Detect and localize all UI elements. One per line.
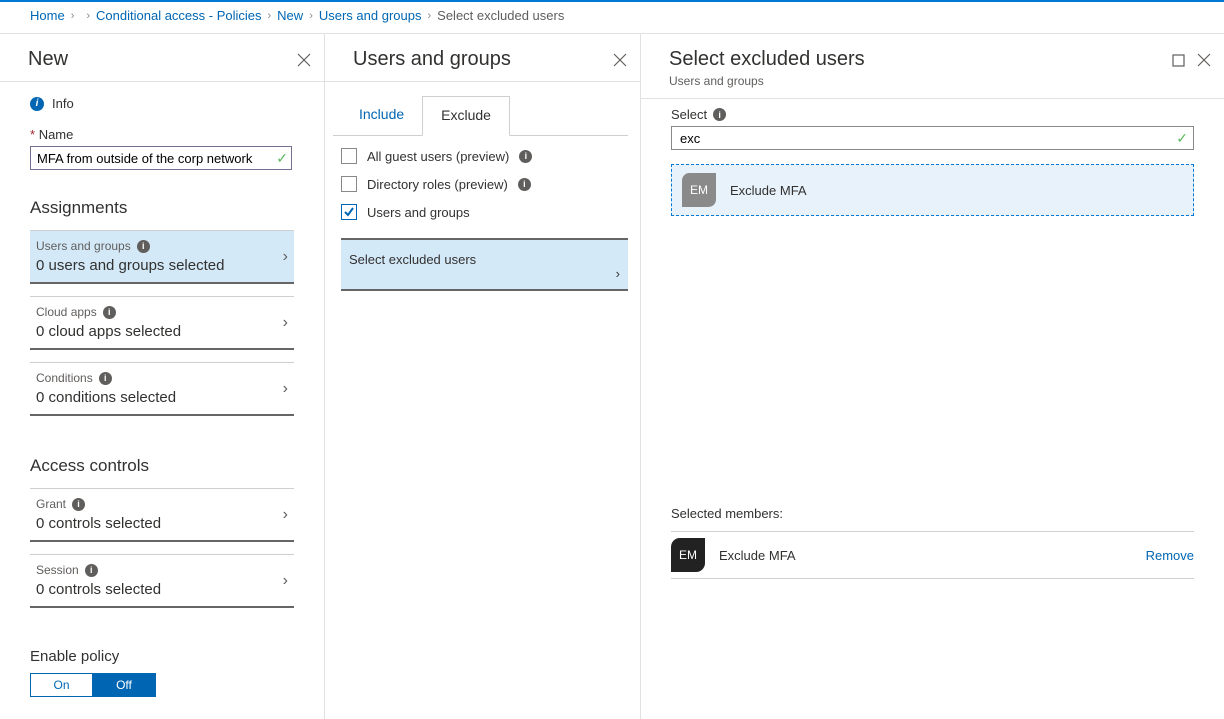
assignment-cloud-apps[interactable]: Cloud appsi 0 cloud apps selected › [30, 296, 294, 350]
blade-select-excluded-users: Select excluded users Users and groups S… [640, 33, 1224, 719]
close-icon[interactable] [612, 52, 628, 68]
chevron-right-icon: › [283, 314, 288, 332]
selected-member-row: EM Exclude MFA Remove [671, 531, 1194, 579]
blade-title-users-groups: Users and groups [353, 48, 511, 71]
checkbox-unchecked[interactable] [341, 176, 357, 192]
tab-exclude[interactable]: Exclude [422, 96, 510, 136]
chevron-right-icon: › [283, 380, 288, 398]
info-icon: i [85, 564, 98, 577]
breadcrumb-new[interactable]: New [277, 8, 303, 23]
chevron-right-icon: › [283, 248, 288, 266]
enable-policy-label: Enable policy [30, 648, 294, 665]
close-icon[interactable] [296, 52, 312, 68]
maximize-icon[interactable] [1170, 52, 1186, 68]
avatar-initials: EM [682, 173, 716, 207]
blade-title-new: New [28, 48, 68, 71]
assignment-conditions[interactable]: Conditionsi 0 conditions selected › [30, 362, 294, 416]
name-label: * Name [30, 127, 294, 142]
breadcrumb-users-groups[interactable]: Users and groups [319, 8, 422, 23]
chevron-right-icon: › [309, 10, 313, 22]
opt-directory-roles[interactable]: Directory roles (preview) i [333, 164, 640, 192]
select-label: Select [671, 107, 707, 122]
chevron-right-icon: › [283, 572, 288, 590]
chevron-right-icon: › [71, 10, 75, 22]
access-session[interactable]: Sessioni 0 controls selected › [30, 554, 294, 608]
info-icon: i [103, 306, 116, 319]
info-icon: i [72, 498, 85, 511]
enable-policy-on[interactable]: On [31, 674, 93, 696]
checkbox-checked[interactable] [341, 204, 357, 220]
blade-subtitle: Users and groups [669, 74, 865, 88]
opt-all-guest-users[interactable]: All guest users (preview) i [333, 136, 640, 164]
select-excluded-users-item[interactable]: Select excluded users › [341, 238, 628, 291]
blade-new: New i Info * Name ✓ Assignments Users an… [0, 33, 324, 719]
opt-users-and-groups[interactable]: Users and groups [333, 192, 640, 220]
chevron-right-icon: › [86, 10, 90, 22]
info-icon: i [519, 150, 532, 163]
chevron-right-icon: › [283, 506, 288, 524]
breadcrumb-home[interactable]: Home [30, 8, 65, 23]
blade-users-groups: Users and groups Include Exclude All gue… [324, 33, 640, 719]
enable-policy-toggle[interactable]: On Off [30, 673, 156, 697]
tab-include[interactable]: Include [341, 96, 422, 135]
info-row: i Info [0, 82, 324, 121]
include-exclude-tabs: Include Exclude [333, 82, 628, 136]
chevron-right-icon: › [616, 266, 620, 281]
search-result-name: Exclude MFA [730, 183, 807, 198]
checkmark-icon: ✓ [1176, 130, 1188, 147]
close-icon[interactable] [1196, 52, 1212, 68]
section-access-controls: Access controls [0, 416, 324, 476]
info-icon: i [713, 108, 726, 121]
info-label: Info [52, 96, 74, 111]
info-icon: i [518, 178, 531, 191]
breadcrumb: Home › › Conditional access - Policies ›… [0, 2, 1224, 33]
blade-title-select-excluded: Select excluded users [669, 48, 865, 71]
info-icon: i [99, 372, 112, 385]
access-grant[interactable]: Granti 0 controls selected › [30, 488, 294, 542]
info-icon: i [137, 240, 150, 253]
selected-member-name: Exclude MFA [719, 548, 1132, 563]
breadcrumb-current: Select excluded users [437, 8, 564, 23]
info-icon: i [30, 97, 44, 111]
section-assignments: Assignments [0, 170, 324, 218]
chevron-right-icon: › [427, 10, 431, 22]
assignment-users-groups[interactable]: Users and groupsi 0 users and groups sel… [30, 230, 294, 284]
breadcrumb-policies[interactable]: Conditional access - Policies [96, 8, 261, 23]
avatar-initials: EM [671, 538, 705, 572]
enable-policy-off[interactable]: Off [93, 674, 155, 696]
checkbox-unchecked[interactable] [341, 148, 357, 164]
search-result-item[interactable]: EM Exclude MFA [671, 164, 1194, 216]
remove-link[interactable]: Remove [1146, 548, 1194, 563]
selected-members-label: Selected members: [641, 506, 1224, 521]
select-search-input[interactable] [671, 126, 1194, 150]
checkmark-icon: ✓ [276, 150, 288, 167]
chevron-right-icon: › [268, 10, 272, 22]
name-input[interactable] [30, 146, 292, 170]
